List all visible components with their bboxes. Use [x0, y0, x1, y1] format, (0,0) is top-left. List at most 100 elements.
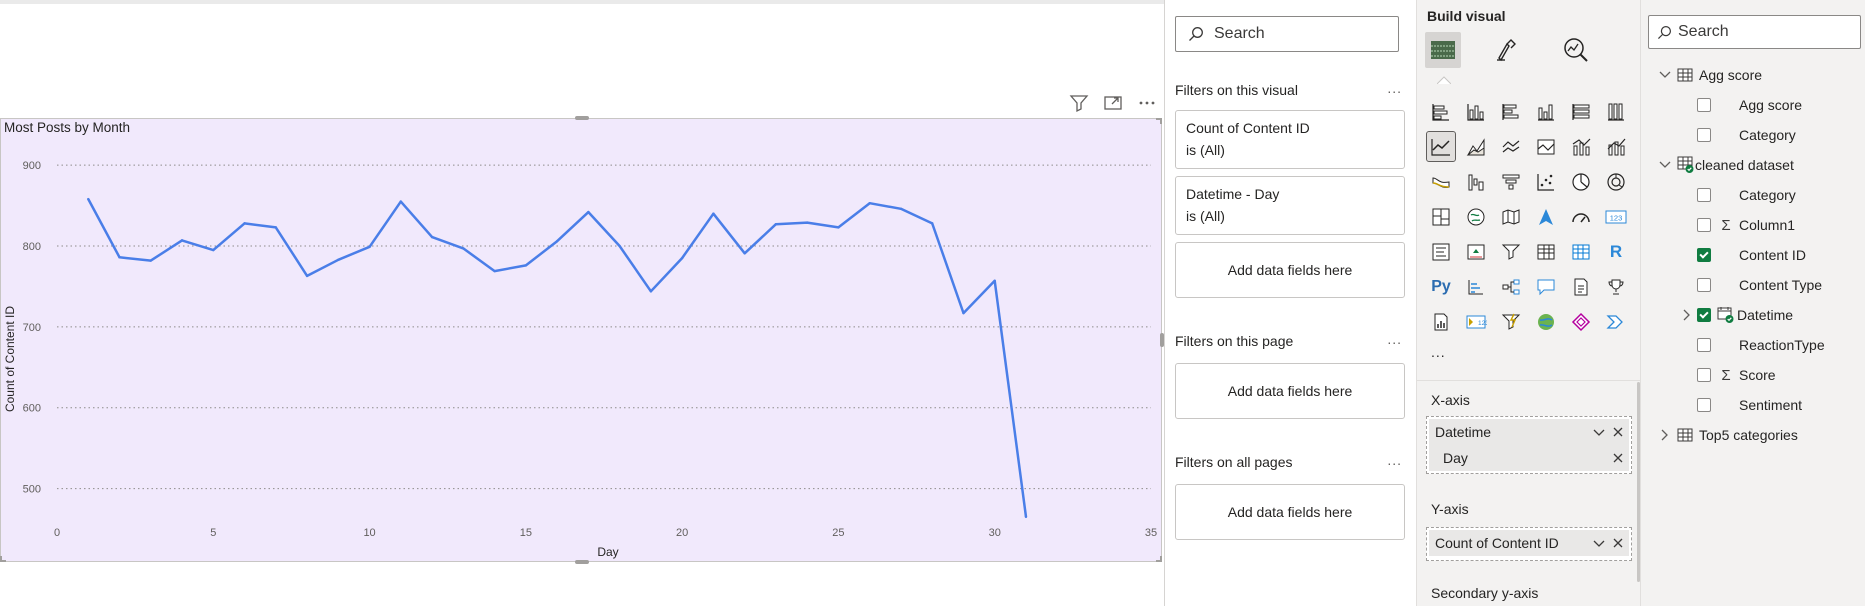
stacked-area-chart-icon[interactable] [1497, 132, 1525, 161]
chevron-right-icon[interactable] [1659, 429, 1671, 441]
field-content-id[interactable]: Content ID [1697, 244, 1806, 266]
field-category[interactable]: Category [1697, 124, 1796, 146]
build-visual-tab[interactable] [1425, 32, 1461, 68]
filter-card-datetime-day[interactable]: Datetime - Day is (All) [1175, 176, 1405, 235]
field-datetime[interactable]: Datetime [1681, 304, 1793, 326]
clustered-bar-chart-icon[interactable] [1497, 97, 1525, 126]
power-automate-flow-icon[interactable] [1602, 307, 1630, 336]
get-more-visuals[interactable]: ... [1431, 344, 1446, 360]
table-cleaned-dataset[interactable]: cleaned dataset [1659, 154, 1794, 176]
y-axis-well[interactable]: Count of Content ID [1426, 527, 1632, 561]
resize-handle-corner-tr[interactable] [1156, 118, 1162, 124]
azure-map-icon[interactable] [1532, 202, 1560, 231]
metrics-trophy-icon[interactable] [1602, 272, 1630, 301]
resize-handle-bottom[interactable] [575, 560, 589, 564]
field-checkbox[interactable] [1697, 128, 1711, 142]
line-chart-visual[interactable]: 500 600 700 800 900 0 5 10 15 20 25 30 35 Day Count of… [0, 116, 1164, 564]
key-influencers-icon[interactable] [1462, 272, 1490, 301]
field-checkbox[interactable] [1697, 188, 1711, 202]
field-checkbox[interactable] [1697, 218, 1711, 232]
line-clustered-column-icon[interactable] [1567, 132, 1595, 161]
field-score[interactable]: Σ Score [1697, 364, 1776, 386]
resize-handle-corner-br[interactable] [1156, 556, 1162, 562]
field-checkbox[interactable] [1697, 368, 1711, 382]
more-options-icon[interactable] [1136, 92, 1158, 114]
filters-on-page-more[interactable]: ... [1387, 331, 1402, 347]
table-agg-score[interactable]: Agg score [1659, 64, 1762, 86]
stacked-column-chart-icon[interactable] [1462, 97, 1490, 126]
stacked-bar-chart-icon[interactable] [1427, 97, 1455, 126]
add-all-pages-filter-field[interactable]: Add data fields here [1175, 484, 1405, 540]
waterfall-chart-icon[interactable] [1462, 167, 1490, 196]
chevron-right-icon[interactable] [1681, 309, 1693, 321]
filters-on-visual-more[interactable]: ... [1387, 80, 1402, 96]
map-icon[interactable] [1462, 202, 1490, 231]
field-checkbox[interactable] [1697, 338, 1711, 352]
focus-mode-icon[interactable] [1102, 92, 1124, 114]
add-visual-filter-field[interactable]: Add data fields here [1175, 242, 1405, 298]
table-top5-categories[interactable]: Top5 categories [1659, 424, 1798, 446]
100-stacked-bar-chart-icon[interactable] [1567, 97, 1595, 126]
area-chart-icon[interactable] [1462, 132, 1490, 161]
analytics-tab[interactable] [1557, 32, 1593, 68]
chevron-down-icon[interactable] [1593, 425, 1605, 440]
smart-narrative-icon[interactable] [1567, 272, 1595, 301]
gauge-icon[interactable] [1567, 202, 1595, 231]
x-axis-field-pill[interactable]: Datetime [1429, 419, 1629, 445]
r-script-visual-icon[interactable]: R [1602, 237, 1630, 266]
multi-row-card-icon[interactable] [1427, 237, 1455, 266]
power-apps-icon[interactable] [1567, 307, 1595, 336]
chevron-down-icon[interactable] [1659, 161, 1671, 169]
field-checkbox[interactable] [1697, 278, 1711, 292]
donut-chart-icon[interactable] [1602, 167, 1630, 196]
field-checkbox-checked[interactable] [1697, 308, 1711, 322]
field-checkbox-checked[interactable] [1697, 248, 1711, 262]
filled-map-icon[interactable] [1497, 202, 1525, 231]
resize-handle-top[interactable] [575, 116, 589, 120]
field-checkbox[interactable] [1697, 98, 1711, 112]
field-checkbox[interactable] [1697, 398, 1711, 412]
chevron-down-icon[interactable] [1593, 536, 1605, 551]
field-content-type[interactable]: Content Type [1697, 274, 1822, 296]
decomposition-tree-icon[interactable] [1497, 272, 1525, 301]
format-visual-tab[interactable] [1489, 32, 1525, 68]
arcgis-map-icon[interactable] [1532, 307, 1560, 336]
field-sentiment[interactable]: Sentiment [1697, 394, 1802, 416]
chevron-down-icon[interactable] [1659, 71, 1671, 79]
kpi-icon[interactable] [1462, 237, 1490, 266]
funnel-chart-icon[interactable] [1497, 167, 1525, 196]
100-stacked-column-chart-icon[interactable] [1602, 97, 1630, 126]
power-automate-icon[interactable] [1497, 307, 1525, 336]
card-icon[interactable]: 123 [1602, 202, 1630, 231]
field-reaction-type[interactable]: ReactionType [1697, 334, 1825, 356]
treemap-icon[interactable] [1427, 202, 1455, 231]
field-column1[interactable]: Σ Column1 [1697, 214, 1795, 236]
field-agg-score[interactable]: Agg score [1697, 94, 1802, 116]
remove-level-icon[interactable] [1613, 451, 1623, 466]
resize-handle-corner-bl[interactable] [0, 556, 6, 562]
line-chart-type-icon[interactable] [1426, 131, 1456, 162]
python-visual-icon[interactable]: Py [1427, 272, 1455, 301]
paginated-report-icon[interactable] [1427, 307, 1455, 336]
filter-card-count-content-id[interactable]: Count of Content ID is (All) [1175, 110, 1405, 169]
filters-all-pages-more[interactable]: ... [1387, 452, 1402, 468]
ribbon-chart-alt-icon[interactable] [1427, 167, 1455, 196]
y-axis-field-pill[interactable]: Count of Content ID [1429, 530, 1629, 556]
ribbon-chart-icon[interactable] [1532, 132, 1560, 161]
power-apps-card-icon[interactable]: 123 [1462, 307, 1490, 336]
matrix-icon[interactable] [1567, 237, 1595, 266]
line-stacked-column-icon[interactable] [1602, 132, 1630, 161]
filters-search-input[interactable]: Search [1175, 16, 1399, 52]
field-category[interactable]: Category [1697, 184, 1796, 206]
filter-icon[interactable] [1068, 92, 1090, 114]
x-axis-hierarchy-level[interactable]: Day [1429, 445, 1629, 471]
add-page-filter-field[interactable]: Add data fields here [1175, 363, 1405, 419]
slicer-icon[interactable] [1497, 237, 1525, 266]
qna-visual-icon[interactable] [1532, 272, 1560, 301]
scatter-chart-icon[interactable] [1532, 167, 1560, 196]
data-search-input[interactable]: Search [1648, 15, 1861, 49]
clustered-column-chart-icon[interactable] [1532, 97, 1560, 126]
remove-field-icon[interactable] [1613, 425, 1623, 440]
pie-chart-icon[interactable] [1567, 167, 1595, 196]
remove-field-icon[interactable] [1613, 536, 1623, 551]
